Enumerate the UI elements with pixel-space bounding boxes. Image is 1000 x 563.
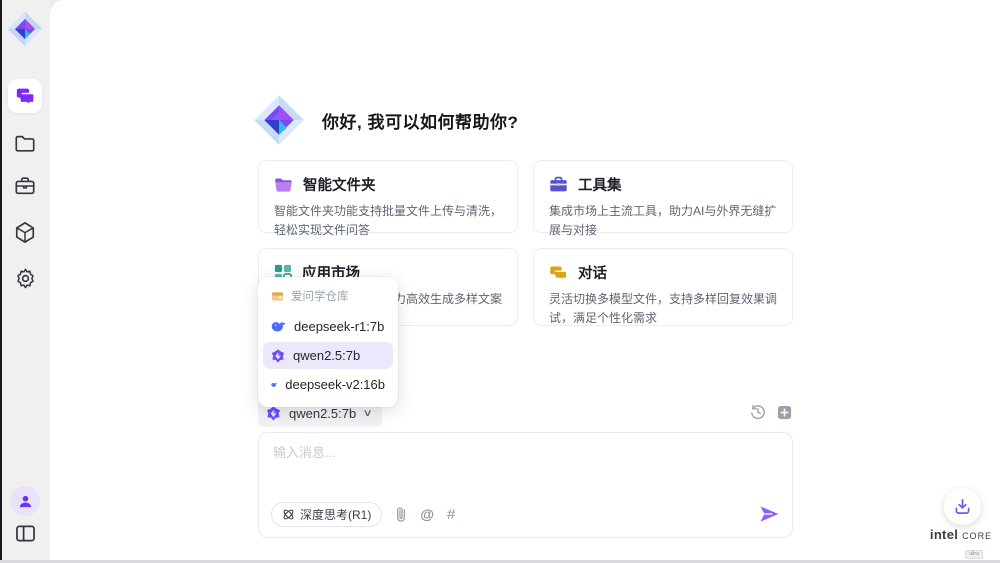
qwen-icon [271, 349, 285, 363]
model-dropdown: 爱问学仓库 deepseek-r1:7b qwen2.5:7b deepseek… [258, 277, 398, 407]
card-description: 集成市场上主流工具，助力AI与外界无缝扩展与对接 [549, 202, 777, 240]
sidebar-item-profile[interactable] [10, 486, 40, 516]
model-option-deepseek-r1[interactable]: deepseek-r1:7b [263, 313, 393, 340]
mention-button[interactable]: @ [420, 506, 434, 522]
gem-logo-icon [252, 93, 306, 147]
gear-icon [14, 267, 37, 290]
briefcase-icon [14, 176, 36, 196]
gem-logo-icon [5, 9, 45, 49]
attach-file-button[interactable] [395, 506, 407, 523]
intel-sub-badge: ultra [965, 550, 983, 559]
chat-bubbles-icon [15, 87, 35, 105]
card-title: 智能文件夹 [303, 174, 376, 195]
deep-think-toggle[interactable]: 深度思考(R1) [271, 502, 382, 527]
sidebar-item-settings[interactable] [10, 265, 40, 291]
send-button[interactable] [759, 505, 780, 523]
dialog-icon [549, 265, 568, 281]
person-icon [18, 494, 33, 509]
new-chat-plus-icon [777, 405, 792, 420]
greeting: 你好, 我可以如何帮助你? [252, 93, 518, 147]
prompt-library-button[interactable]: # [447, 506, 455, 523]
deep-think-label: 深度思考(R1) [300, 506, 371, 523]
card-dialog[interactable]: 对话 灵活切换多模型文件，支持多样回复效果调试，满足个性化需求 [533, 248, 793, 326]
model-option-label: qwen2.5:7b [293, 348, 360, 363]
history-button[interactable] [750, 404, 766, 420]
card-title: 对话 [578, 262, 607, 283]
app-logo [4, 8, 46, 50]
page-title: 你好, 我可以如何帮助你? [322, 108, 518, 133]
message-input[interactable] [273, 445, 753, 460]
window-left-edge [0, 0, 2, 563]
model-option-deepseek-v2[interactable]: deepseek-v2:16b [263, 371, 393, 398]
core-wordmark: core [962, 527, 992, 542]
folder-icon [14, 134, 36, 153]
panel-layout-icon [15, 524, 36, 543]
main-panel: 你好, 我可以如何帮助你? 智能文件夹 智能文件夹功能支持批量文件上传与清洗，轻… [50, 0, 1000, 560]
new-chat-button[interactable] [777, 405, 792, 420]
model-selector-value: qwen2.5:7b [289, 406, 356, 421]
model-group-label: 爱问学仓库 [291, 288, 349, 304]
model-option-label: deepseek-v2:16b [285, 377, 385, 392]
model-option-qwen[interactable]: qwen2.5:7b [263, 342, 393, 369]
chevron-down-icon: ∨ [363, 408, 373, 419]
sidebar-item-toolset[interactable] [10, 174, 40, 198]
cube-icon [14, 221, 36, 244]
paperclip-icon [395, 506, 407, 523]
card-description: 智能文件夹功能支持批量文件上传与清洗，轻松实现文件问答 [274, 202, 502, 240]
model-option-label: deepseek-r1:7b [294, 319, 384, 334]
sidebar [0, 0, 50, 560]
card-toolset[interactable]: 工具集 集成市场上主流工具，助力AI与外界无缝扩展与对接 [533, 160, 793, 233]
deepseek-icon [271, 379, 277, 391]
sidebar-item-chat[interactable] [8, 79, 42, 113]
card-title: 工具集 [578, 174, 622, 195]
repository-icon [271, 291, 284, 302]
smart-folder-icon [274, 177, 293, 193]
sidebar-item-collapse[interactable] [10, 521, 40, 545]
download-button[interactable] [944, 488, 981, 525]
deepseek-icon [271, 321, 286, 333]
toolset-icon [549, 176, 568, 193]
composer-toolbar: 深度思考(R1) @ # [271, 501, 780, 527]
download-icon [954, 498, 971, 515]
message-composer: 深度思考(R1) @ # [258, 432, 793, 538]
send-icon [759, 505, 780, 523]
history-clock-icon [750, 404, 766, 420]
model-group-header: 爱问学仓库 [263, 284, 393, 311]
qwen-icon [266, 406, 281, 421]
card-description: 灵活切换多模型文件，支持多样回复效果调试，满足个性化需求 [549, 290, 777, 328]
intel-wordmark: intel [930, 527, 958, 542]
conversation-actions [750, 404, 793, 420]
atom-icon [282, 508, 295, 521]
sidebar-item-models[interactable] [10, 219, 40, 245]
intel-core-badge: intel core ultra [928, 527, 994, 560]
sidebar-item-folders[interactable] [10, 131, 40, 155]
card-smart-folder[interactable]: 智能文件夹 智能文件夹功能支持批量文件上传与清洗，轻松实现文件问答 [258, 160, 518, 233]
